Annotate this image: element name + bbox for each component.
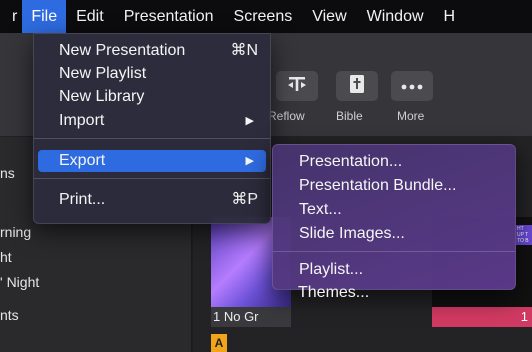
sidebar-item[interactable]: ' Night: [0, 274, 39, 290]
reflow-label: Reflow: [268, 109, 305, 123]
menu-item-label: New Playlist: [59, 65, 147, 82]
bible-label: Bible: [336, 109, 363, 123]
menu-item-new-presentation[interactable]: New Presentation ⌘N: [38, 40, 266, 62]
export-item-playlist[interactable]: Playlist...: [277, 259, 511, 281]
slide-text-preview: HT UP T TO B: [516, 225, 532, 245]
sidebar-item[interactable]: ht: [0, 249, 12, 265]
export-item-presentation[interactable]: Presentation...: [277, 151, 511, 173]
menu-item-new-library[interactable]: New Library: [38, 86, 266, 108]
menu-item-export[interactable]: Export ▶: [38, 150, 266, 172]
sidebar-item[interactable]: ns: [0, 165, 15, 181]
shortcut-label: ⌘N: [230, 42, 258, 59]
reflow-icon: [286, 75, 308, 98]
menu-item-label: New Library: [59, 88, 145, 105]
more-icon: [401, 77, 423, 95]
submenu-arrow-icon: ▶: [245, 155, 254, 167]
bible-button[interactable]: [336, 71, 378, 101]
menu-item-import[interactable]: Import ▶: [38, 110, 266, 132]
menu-separator: [34, 178, 270, 179]
menubar-presentation[interactable]: Presentation: [114, 0, 224, 33]
menu-bar: r File Edit Presentation Screens View Wi…: [0, 0, 532, 33]
export-item-presentation-bundle[interactable]: Presentation Bundle...: [277, 175, 511, 197]
menubar-help[interactable]: H: [434, 0, 466, 33]
export-item-text[interactable]: Text...: [277, 199, 511, 221]
slide-group-label: A: [211, 334, 227, 352]
menubar-window[interactable]: Window: [357, 0, 434, 33]
bible-icon: [349, 74, 365, 99]
export-submenu: Presentation... Presentation Bundle... T…: [272, 144, 516, 290]
menu-item-label: Export: [59, 152, 106, 169]
export-item-slide-images[interactable]: Slide Images...: [277, 223, 511, 245]
more-button[interactable]: [391, 71, 433, 101]
menubar-app-name[interactable]: r: [0, 0, 22, 33]
menu-separator: [273, 251, 515, 252]
file-menu: New Presentation ⌘N New Playlist New Lib…: [33, 33, 271, 224]
export-item-themes[interactable]: Themes...: [276, 282, 512, 304]
menu-item-label: Import: [59, 112, 105, 129]
more-label: More: [397, 109, 425, 123]
sidebar-item[interactable]: rning: [0, 224, 31, 240]
menu-item-label: Print...: [59, 191, 106, 208]
menu-separator: [34, 138, 270, 139]
menubar-view[interactable]: View: [302, 0, 356, 33]
menubar-screens[interactable]: Screens: [224, 0, 303, 33]
sidebar-item[interactable]: nts: [0, 307, 19, 323]
menubar-file[interactable]: File: [22, 0, 67, 33]
slide-caption: 1 No Gr: [211, 307, 291, 327]
menu-item-new-playlist[interactable]: New Playlist: [38, 63, 266, 85]
menu-item-label: New Presentation: [59, 42, 186, 59]
reflow-button[interactable]: [276, 71, 318, 101]
submenu-arrow-icon: ▶: [245, 115, 254, 127]
shortcut-label: ⌘P: [231, 191, 258, 208]
menubar-edit[interactable]: Edit: [66, 0, 114, 33]
slide-caption: 1: [432, 307, 532, 327]
menu-item-print[interactable]: Print... ⌘P: [38, 189, 266, 211]
